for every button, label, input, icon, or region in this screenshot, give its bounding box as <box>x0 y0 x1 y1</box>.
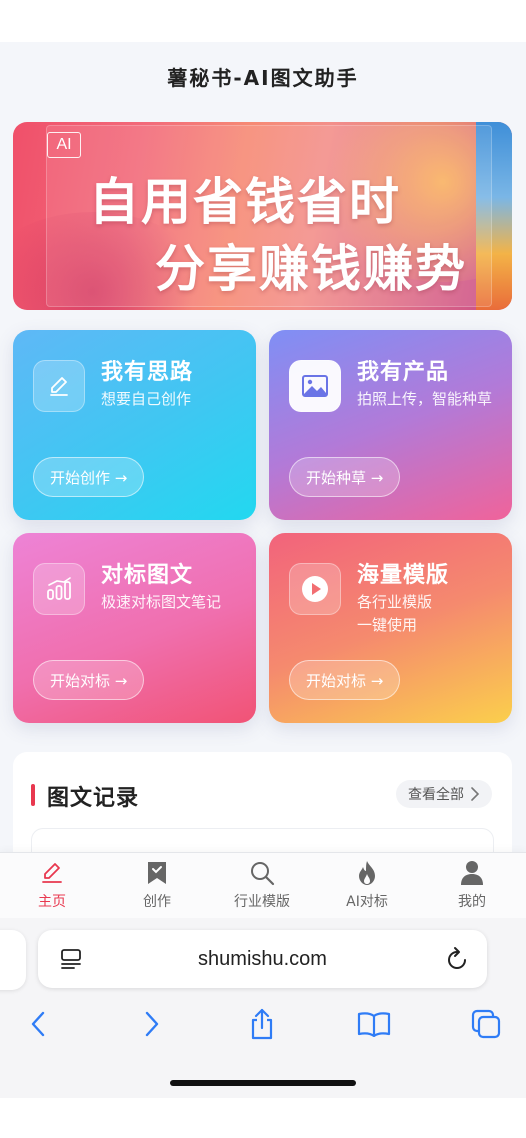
start-benchmark-button[interactable]: 开始对标 → <box>33 660 145 700</box>
tab-templates[interactable]: 行业模版 <box>210 859 314 917</box>
play-icon <box>289 563 341 615</box>
bookmarks-icon[interactable] <box>354 1004 394 1044</box>
start-template-button[interactable]: 开始对标 → <box>289 660 401 700</box>
card-title: 我有产品 <box>357 360 450 385</box>
start-create-button[interactable]: 开始创作 → <box>33 457 145 497</box>
card-description: 各行业模版 一键使用 <box>357 593 433 634</box>
screen: 薯秘书-AI图文助手 AI 自用省钱省时 分享赚钱赚势 我有思路 想要自己创作 … <box>0 0 526 1138</box>
card-title: 对标图文 <box>101 563 194 588</box>
view-all-label: 查看全部 <box>408 787 464 803</box>
user-icon <box>458 859 486 887</box>
tab-home[interactable]: 主页 <box>0 859 104 917</box>
tab-label: 创作 <box>143 894 171 910</box>
card-description: 拍照上传，智能种草 <box>357 390 493 408</box>
pencil-icon <box>33 360 85 412</box>
home-indicator[interactable] <box>170 1080 356 1086</box>
banner-headline-2: 分享赚钱赚势 <box>155 240 467 298</box>
page-title: 薯秘书-AI图文助手 <box>167 66 359 90</box>
chevron-right-icon <box>471 787 480 801</box>
banner-ai-tag: AI <box>47 132 81 158</box>
tab-label: 我的 <box>458 894 486 910</box>
reload-icon[interactable] <box>445 946 469 976</box>
bottom-safe-area <box>0 1098 526 1138</box>
tab-label: 行业模版 <box>234 894 290 910</box>
card-my-idea[interactable]: 我有思路 想要自己创作 开始创作 → <box>13 330 256 520</box>
tab-bar: 主页 创作 行业模版 AI对标 我的 <box>0 852 526 918</box>
view-all-button[interactable]: 查看全部 <box>396 780 492 808</box>
browser-toolbar: shumishu.com <box>0 918 526 1098</box>
flame-icon <box>353 859 381 887</box>
forward-icon[interactable] <box>132 1004 172 1044</box>
pencil-icon <box>38 859 66 887</box>
banner-headline-1: 自用省钱省时 <box>89 173 401 231</box>
address-bar[interactable]: shumishu.com <box>38 930 487 988</box>
bookmark-icon <box>143 859 171 887</box>
card-description: 想要自己创作 <box>101 390 192 408</box>
url-text: shumishu.com <box>198 948 327 970</box>
card-templates[interactable]: 海量模版 各行业模版 一键使用 开始对标 → <box>269 533 512 723</box>
tab-label: 主页 <box>38 894 66 910</box>
tab-profile[interactable]: 我的 <box>420 859 524 917</box>
bar-chart-icon <box>33 563 85 615</box>
previous-tab-preview[interactable] <box>0 930 26 990</box>
tab-ai-benchmark[interactable]: AI对标 <box>315 859 419 917</box>
card-description: 极速对标图文笔记 <box>101 593 222 611</box>
search-icon <box>248 859 276 887</box>
share-icon[interactable] <box>242 1004 282 1044</box>
browser-nav-row <box>0 1004 526 1044</box>
promo-banner[interactable]: AI 自用省钱省时 分享赚钱赚势 <box>13 122 512 310</box>
start-seeding-button[interactable]: 开始种草 → <box>289 457 401 497</box>
back-icon[interactable] <box>18 1004 58 1044</box>
card-title: 海量模版 <box>357 563 450 588</box>
section-accent-bar <box>31 784 35 806</box>
card-my-product[interactable]: 我有产品 拍照上传，智能种草 开始种草 → <box>269 330 512 520</box>
records-title: 图文记录 <box>47 786 140 811</box>
image-icon <box>289 360 341 412</box>
tab-create[interactable]: 创作 <box>105 859 209 917</box>
tabs-icon[interactable] <box>466 1004 506 1044</box>
tab-label: AI对标 <box>346 894 388 910</box>
card-benchmark[interactable]: 对标图文 极速对标图文笔记 开始对标 → <box>13 533 256 723</box>
card-title: 我有思路 <box>101 360 194 385</box>
